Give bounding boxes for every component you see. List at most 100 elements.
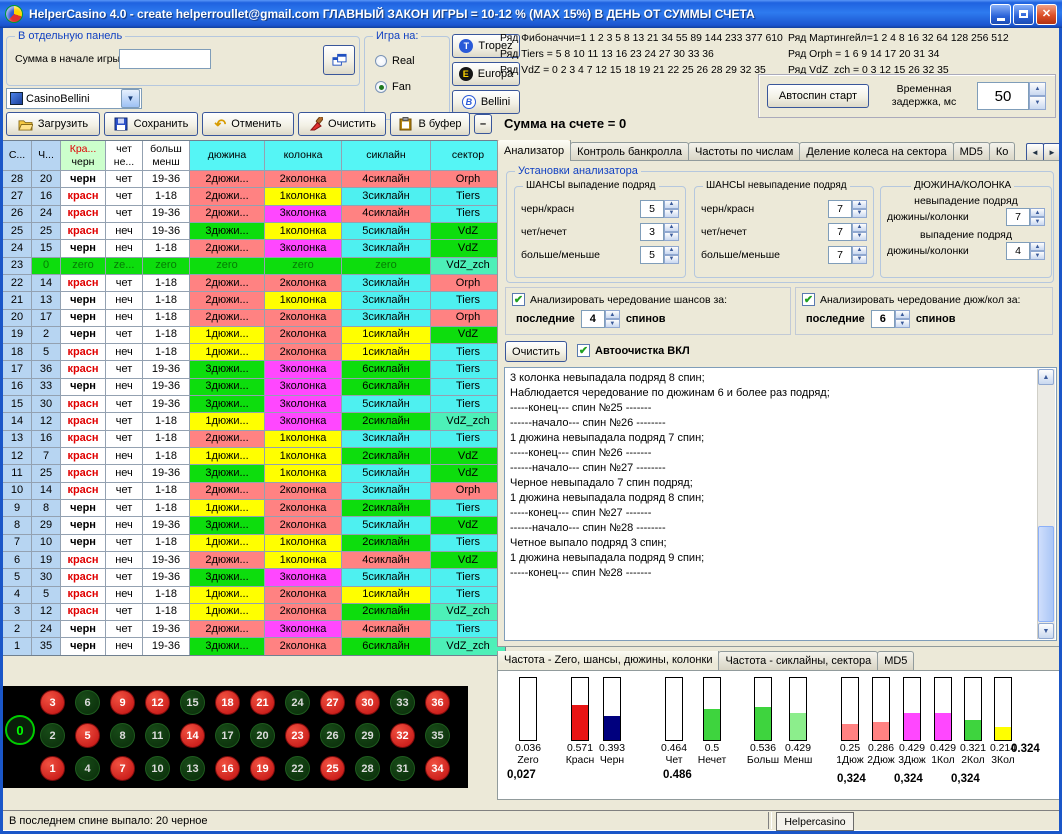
table-cell[interactable]: неч xyxy=(106,552,142,568)
table-cell[interactable]: красн xyxy=(61,587,105,603)
table-cell[interactable]: 4сиклайн xyxy=(342,171,430,187)
table-cell[interactable]: 1-18 xyxy=(143,240,189,256)
table-cell[interactable]: zero xyxy=(61,258,105,274)
board-number[interactable]: 24 xyxy=(285,690,310,715)
table-cell[interactable]: 19-36 xyxy=(143,569,189,585)
table-cell[interactable]: 19-36 xyxy=(143,465,189,481)
table-cell[interactable]: 1сиклайн xyxy=(342,344,430,360)
table-cell[interactable]: 3сиклайн xyxy=(342,431,430,447)
tab-freq-zero-chances[interactable]: Частота - Zero, шансы, дюжины, колонки xyxy=(497,651,719,670)
table-cell[interactable]: 3колонка xyxy=(265,361,341,377)
board-number[interactable]: 12 xyxy=(145,690,170,715)
table-cell[interactable]: 19-36 xyxy=(143,171,189,187)
table-cell[interactable]: 4сиклайн xyxy=(342,552,430,568)
table-cell[interactable]: 14 xyxy=(32,483,60,499)
table-cell[interactable]: 2колонка xyxy=(265,500,341,516)
table-cell[interactable]: красн xyxy=(61,465,105,481)
table-cell[interactable]: zero xyxy=(143,258,189,274)
table-cell[interactable]: красн xyxy=(61,569,105,585)
table-cell[interactable]: 3дюжи... xyxy=(190,223,264,239)
table-cell[interactable]: черн xyxy=(61,240,105,256)
table-cell[interactable]: 2колонка xyxy=(265,310,341,326)
table-cell[interactable]: 1дюжи... xyxy=(190,535,264,551)
table-cell[interactable]: 1дюжи... xyxy=(190,500,264,516)
table-cell[interactable]: 1сиклайн xyxy=(342,327,430,343)
table-cell[interactable]: 19 xyxy=(32,552,60,568)
analyzer-clear-button[interactable]: Очистить xyxy=(505,341,567,362)
table-cell[interactable]: 10 xyxy=(32,535,60,551)
table-cell[interactable]: Orph xyxy=(431,275,505,291)
board-number[interactable]: 18 xyxy=(215,690,240,715)
table-cell[interactable]: 1колонка xyxy=(265,292,341,308)
table-cell[interactable]: 24 xyxy=(32,206,60,222)
table-cell[interactable]: 3 xyxy=(3,604,31,620)
scroll-up-button[interactable]: ▲ xyxy=(1038,369,1054,385)
table-cell[interactable]: 3колонка xyxy=(265,569,341,585)
spinner-down[interactable]: ▼ xyxy=(1030,217,1045,226)
spinner-value[interactable]: 4 xyxy=(1006,242,1030,260)
table-cell[interactable]: 24 xyxy=(32,621,60,637)
table-cell[interactable]: 6сиклайн xyxy=(342,638,430,654)
board-number[interactable]: 33 xyxy=(390,690,415,715)
table-cell[interactable]: 5сиклайн xyxy=(342,569,430,585)
table-cell[interactable]: 10 xyxy=(3,483,31,499)
start-sum-input[interactable] xyxy=(119,49,211,69)
table-cell[interactable]: 14 xyxy=(3,413,31,429)
table-cell[interactable]: 6сиклайн xyxy=(342,361,430,377)
table-cell[interactable]: 20 xyxy=(3,310,31,326)
table-cell[interactable]: черн xyxy=(61,292,105,308)
spinner-up[interactable]: ▲ xyxy=(1030,242,1045,251)
bellini-button[interactable]: B Bellini xyxy=(452,90,520,114)
table-cell[interactable]: 3дюжи... xyxy=(190,465,264,481)
table-cell[interactable]: красн xyxy=(61,552,105,568)
table-cell[interactable]: 25 xyxy=(32,465,60,481)
table-cell[interactable]: чет xyxy=(106,206,142,222)
table-cell[interactable]: 8 xyxy=(3,517,31,533)
table-cell[interactable]: 1-18 xyxy=(143,292,189,308)
board-number[interactable]: 27 xyxy=(320,690,345,715)
to-buffer-button[interactable]: В буфер xyxy=(390,112,470,136)
table-cell[interactable]: чет xyxy=(106,171,142,187)
table-cell[interactable]: 2колонка xyxy=(265,327,341,343)
minimize-button[interactable] xyxy=(990,4,1011,25)
table-cell[interactable]: черн xyxy=(61,171,105,187)
table-cell[interactable]: ze... xyxy=(106,258,142,274)
spinner-value[interactable]: 3 xyxy=(640,223,664,241)
table-cell[interactable]: 0 xyxy=(32,258,60,274)
board-number[interactable]: 6 xyxy=(75,690,100,715)
spinner-down[interactable]: ▼ xyxy=(852,255,867,264)
table-cell[interactable]: 2колонка xyxy=(265,604,341,620)
table-cell[interactable]: 3колонка xyxy=(265,206,341,222)
table-cell[interactable]: 3колонка xyxy=(265,413,341,429)
board-number[interactable]: 23 xyxy=(285,723,310,748)
table-cell[interactable]: 1дюжи... xyxy=(190,448,264,464)
table-cell[interactable]: красн xyxy=(61,431,105,447)
table-cell[interactable]: красн xyxy=(61,188,105,204)
spinner-value[interactable]: 5 xyxy=(640,200,664,218)
table-cell[interactable]: 2сиклайн xyxy=(342,500,430,516)
table-cell[interactable]: 1-18 xyxy=(143,431,189,447)
table-cell[interactable]: 6сиклайн xyxy=(342,379,430,395)
board-number[interactable]: 4 xyxy=(75,756,100,781)
spinner-up[interactable]: ▲ xyxy=(1030,208,1045,217)
board-number[interactable]: 3 xyxy=(40,690,65,715)
table-cell[interactable]: 3колонка xyxy=(265,379,341,395)
table-cell[interactable]: 2колонка xyxy=(265,171,341,187)
table-cell[interactable]: 1-18 xyxy=(143,483,189,499)
table-cell[interactable]: 19-36 xyxy=(143,379,189,395)
table-cell[interactable]: VdZ xyxy=(431,552,505,568)
table-cell[interactable]: 2колонка xyxy=(265,344,341,360)
table-cell[interactable]: чет xyxy=(106,483,142,499)
tab-freq-md5[interactable]: MD5 xyxy=(877,651,914,670)
table-cell[interactable]: Tiers xyxy=(431,431,505,447)
table-cell[interactable]: VdZ xyxy=(431,240,505,256)
tab-freq-sixlines-sectors[interactable]: Частота - сиклайны, сектора xyxy=(718,651,878,670)
table-cell[interactable]: 30 xyxy=(32,569,60,585)
table-cell[interactable]: неч xyxy=(106,517,142,533)
table-cell[interactable]: 4 xyxy=(3,587,31,603)
table-cell[interactable]: 17 xyxy=(3,361,31,377)
table-cell[interactable]: 3сиклайн xyxy=(342,275,430,291)
analyzer-log[interactable]: 3 колонка невыпадала подряд 8 спин;Наблю… xyxy=(504,367,1057,641)
table-cell[interactable]: 19-36 xyxy=(143,621,189,637)
table-cell[interactable]: 3дюжи... xyxy=(190,517,264,533)
